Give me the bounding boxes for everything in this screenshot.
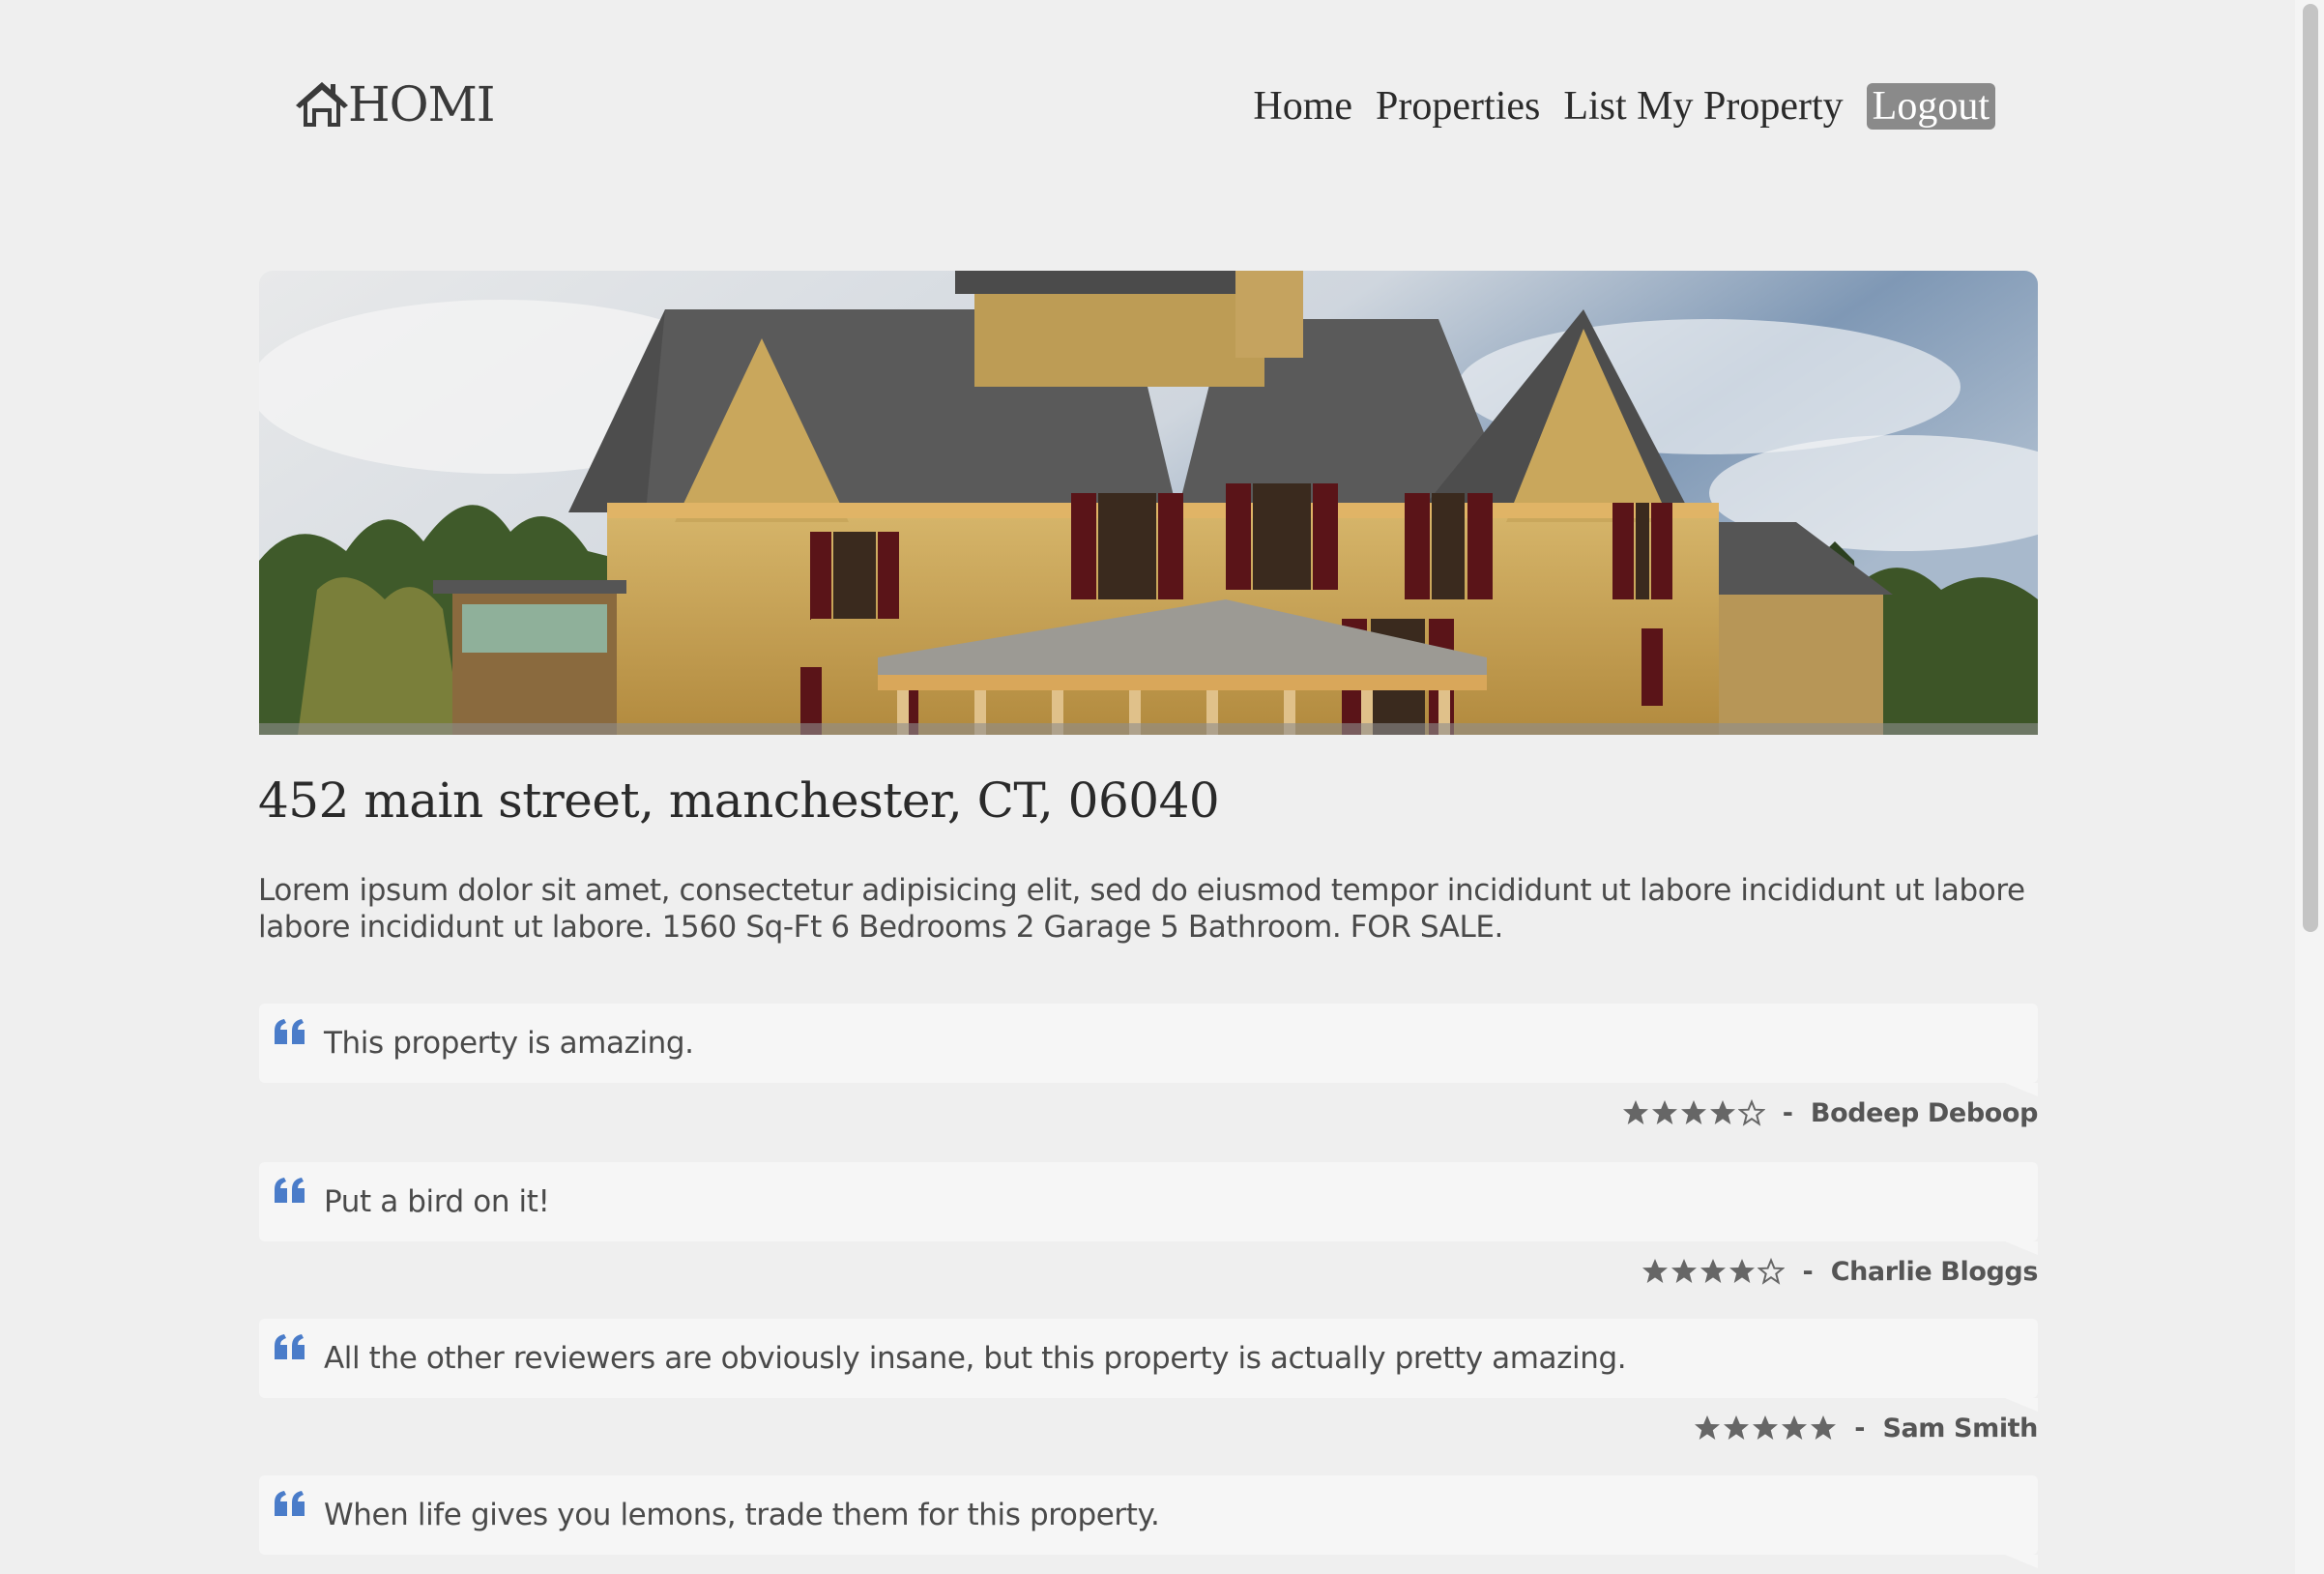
review-bubble: Put a bird on it!: [259, 1162, 2038, 1255]
quote-icon: [275, 1334, 305, 1359]
review-bubble: All the other reviewers are obviously in…: [259, 1319, 2038, 1412]
review-item: All the other reviewers are obviously in…: [259, 1319, 2038, 1458]
scrollbar-thumb[interactable]: [2303, 4, 2318, 932]
star-filled-icon: [1671, 1259, 1698, 1283]
review-meta: - Sam Smith: [259, 1398, 2038, 1458]
star-filled-icon: [1724, 1415, 1750, 1440]
star-rating: [1622, 1099, 1765, 1126]
review-meta: - Bodeep Deboop: [259, 1083, 2038, 1143]
star-rating: [1641, 1258, 1786, 1285]
review-item: This property is amazing. - Bodeep Deboo…: [259, 1004, 2038, 1143]
star-filled-icon: [1695, 1415, 1721, 1440]
review-text: All the other reviewers are obviously in…: [324, 1341, 1627, 1376]
brand-name: HOMI: [348, 76, 496, 132]
property-detail-page: HOMI Home Properties List My Property Lo…: [0, 0, 2324, 1574]
star-filled-icon: [1753, 1415, 1779, 1440]
page-scrollbar[interactable]: [2295, 0, 2324, 1574]
review-text: This property is amazing.: [324, 1026, 694, 1061]
property-hero-image: [259, 271, 2038, 735]
nav-properties[interactable]: Properties: [1376, 83, 1540, 130]
review-bubble: When life gives you lemons, trade them f…: [259, 1475, 2038, 1568]
star-filled-icon: [1700, 1259, 1727, 1283]
property-address: 452 main street, manchester, CT, 06040: [258, 772, 1220, 829]
brand-logo[interactable]: HOMI: [296, 75, 496, 133]
star-empty-icon: [1737, 1099, 1765, 1126]
star-filled-icon: [1729, 1259, 1756, 1283]
property-description: Lorem ipsum dolor sit amet, consectetur …: [258, 873, 2025, 945]
reviewer-name: Sam Smith: [1882, 1413, 2038, 1443]
review-separator: -: [1782, 1097, 1793, 1128]
reviewer-name: Bodeep Deboop: [1810, 1097, 2038, 1128]
star-empty-icon: [1758, 1258, 1786, 1285]
nav-list-my-property[interactable]: List My Property: [1563, 83, 1843, 130]
review-item: Put a bird on it! - Charlie Bloggs: [259, 1162, 2038, 1301]
review-text: When life gives you lemons, trade them f…: [324, 1498, 1160, 1532]
star-filled-icon: [1782, 1415, 1808, 1440]
review-separator: -: [1854, 1413, 1866, 1443]
star-filled-icon: [1651, 1100, 1677, 1124]
quote-icon: [275, 1491, 305, 1516]
star-filled-icon: [1622, 1100, 1648, 1124]
review-separator: -: [1802, 1256, 1814, 1287]
main-nav: Home Properties List My Property Logout: [1253, 83, 1995, 130]
nav-home[interactable]: Home: [1253, 83, 1352, 130]
quote-icon: [275, 1178, 305, 1203]
quote-icon: [275, 1019, 305, 1044]
review-text: Put a bird on it!: [324, 1184, 550, 1219]
review-meta: - Charlie Bloggs: [259, 1241, 2038, 1301]
star-filled-icon: [1811, 1415, 1837, 1440]
star-filled-icon: [1642, 1259, 1669, 1283]
star-filled-icon: [1709, 1100, 1735, 1124]
reviewer-name: Charlie Bloggs: [1830, 1256, 2039, 1287]
home-icon: [296, 82, 348, 127]
logout-button[interactable]: Logout: [1866, 83, 1995, 130]
review-bubble: This property is amazing.: [259, 1004, 2038, 1096]
star-rating: [1694, 1414, 1837, 1442]
review-item: When life gives you lemons, trade them f…: [259, 1475, 2038, 1568]
star-filled-icon: [1680, 1100, 1706, 1124]
